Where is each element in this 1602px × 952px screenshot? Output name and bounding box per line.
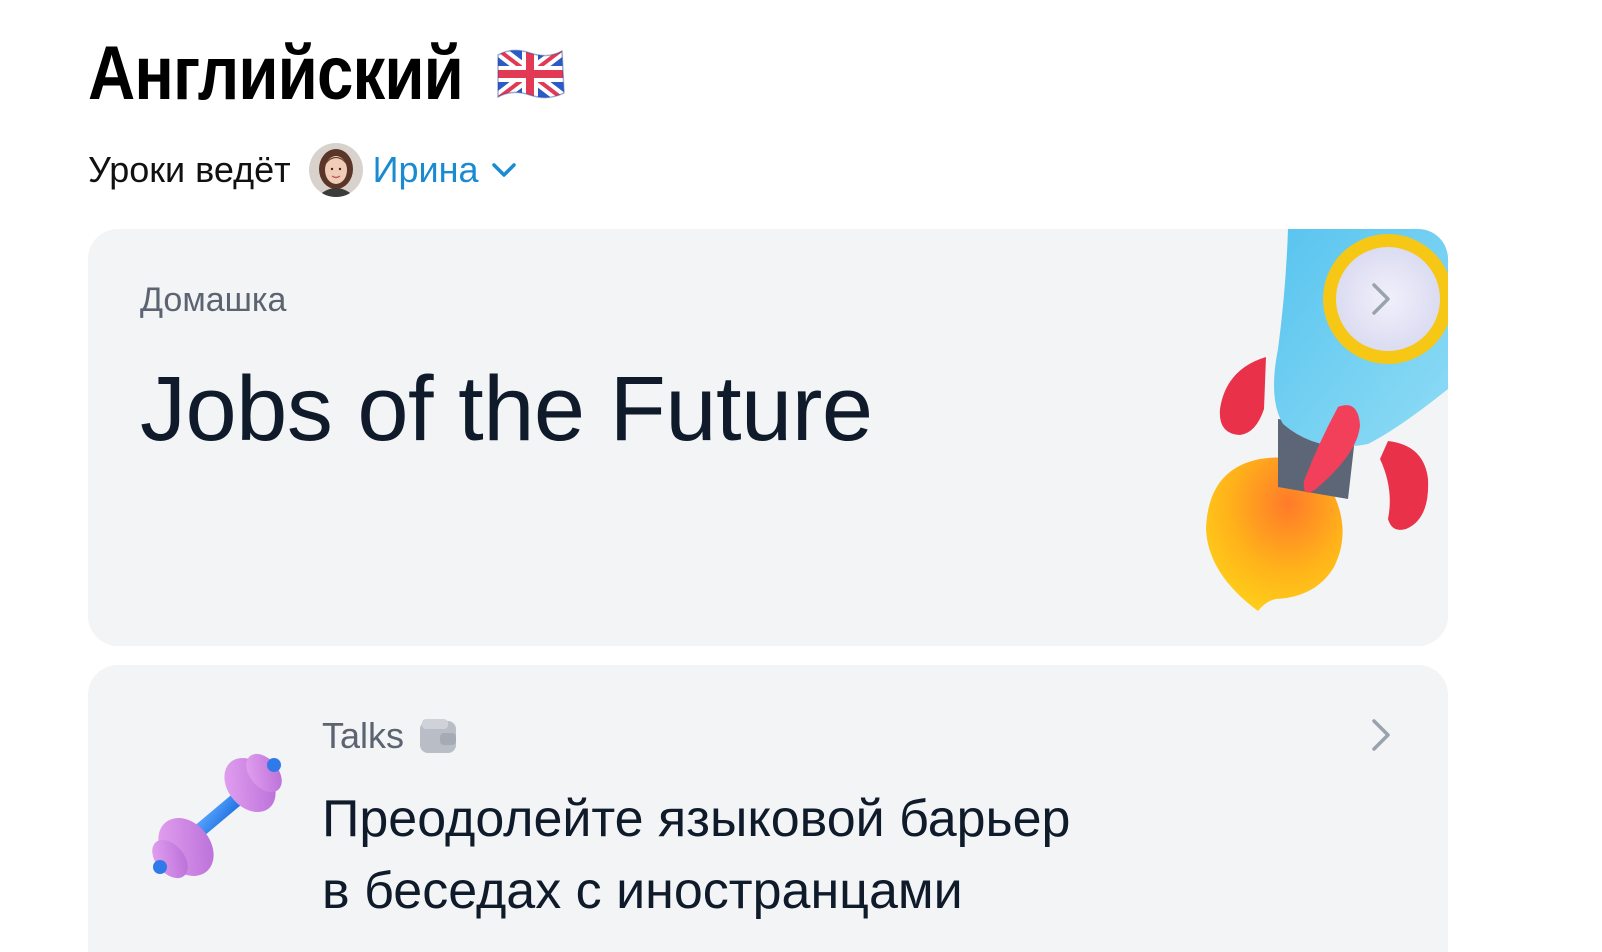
homework-title: Jobs of the Future (140, 358, 873, 460)
page-title: Английский (88, 31, 464, 116)
talks-label: Talks (322, 715, 405, 756)
rocket-icon (1206, 229, 1448, 611)
page: Английский Уроки ведёт Ирина Домашка Job… (0, 0, 1602, 952)
teacher-name[interactable]: Ирина (373, 149, 479, 191)
uk-flag-icon (497, 49, 565, 98)
teacher-prefix: Уроки ведёт (88, 149, 291, 190)
teacher-row: Уроки ведёт Ирина (88, 142, 519, 198)
avatar[interactable] (308, 143, 363, 197)
talks-card[interactable]: Talks Преодолейте языковой барьер в бесе… (88, 665, 1448, 952)
wallet-icon (420, 719, 457, 753)
dumbbell-icon (152, 753, 282, 879)
talks-title-line1: Преодолейте языковой барьер (322, 790, 1071, 848)
talks-label-row: Talks (322, 715, 458, 757)
homework-card[interactable]: Домашка Jobs of the Future (88, 229, 1448, 646)
title-row: Английский (88, 30, 568, 117)
talks-title: Преодолейте языковой барьер в беседах с … (322, 783, 1222, 927)
chevron-down-icon[interactable] (489, 155, 519, 185)
chevron-right-icon[interactable] (1364, 279, 1396, 319)
teacher-selector[interactable]: Ирина (373, 149, 519, 191)
talks-title-line2: в беседах с иностранцами (322, 862, 963, 920)
chevron-right-icon[interactable] (1364, 715, 1396, 755)
avatar-image (308, 143, 363, 197)
homework-label: Домашка (140, 281, 287, 319)
